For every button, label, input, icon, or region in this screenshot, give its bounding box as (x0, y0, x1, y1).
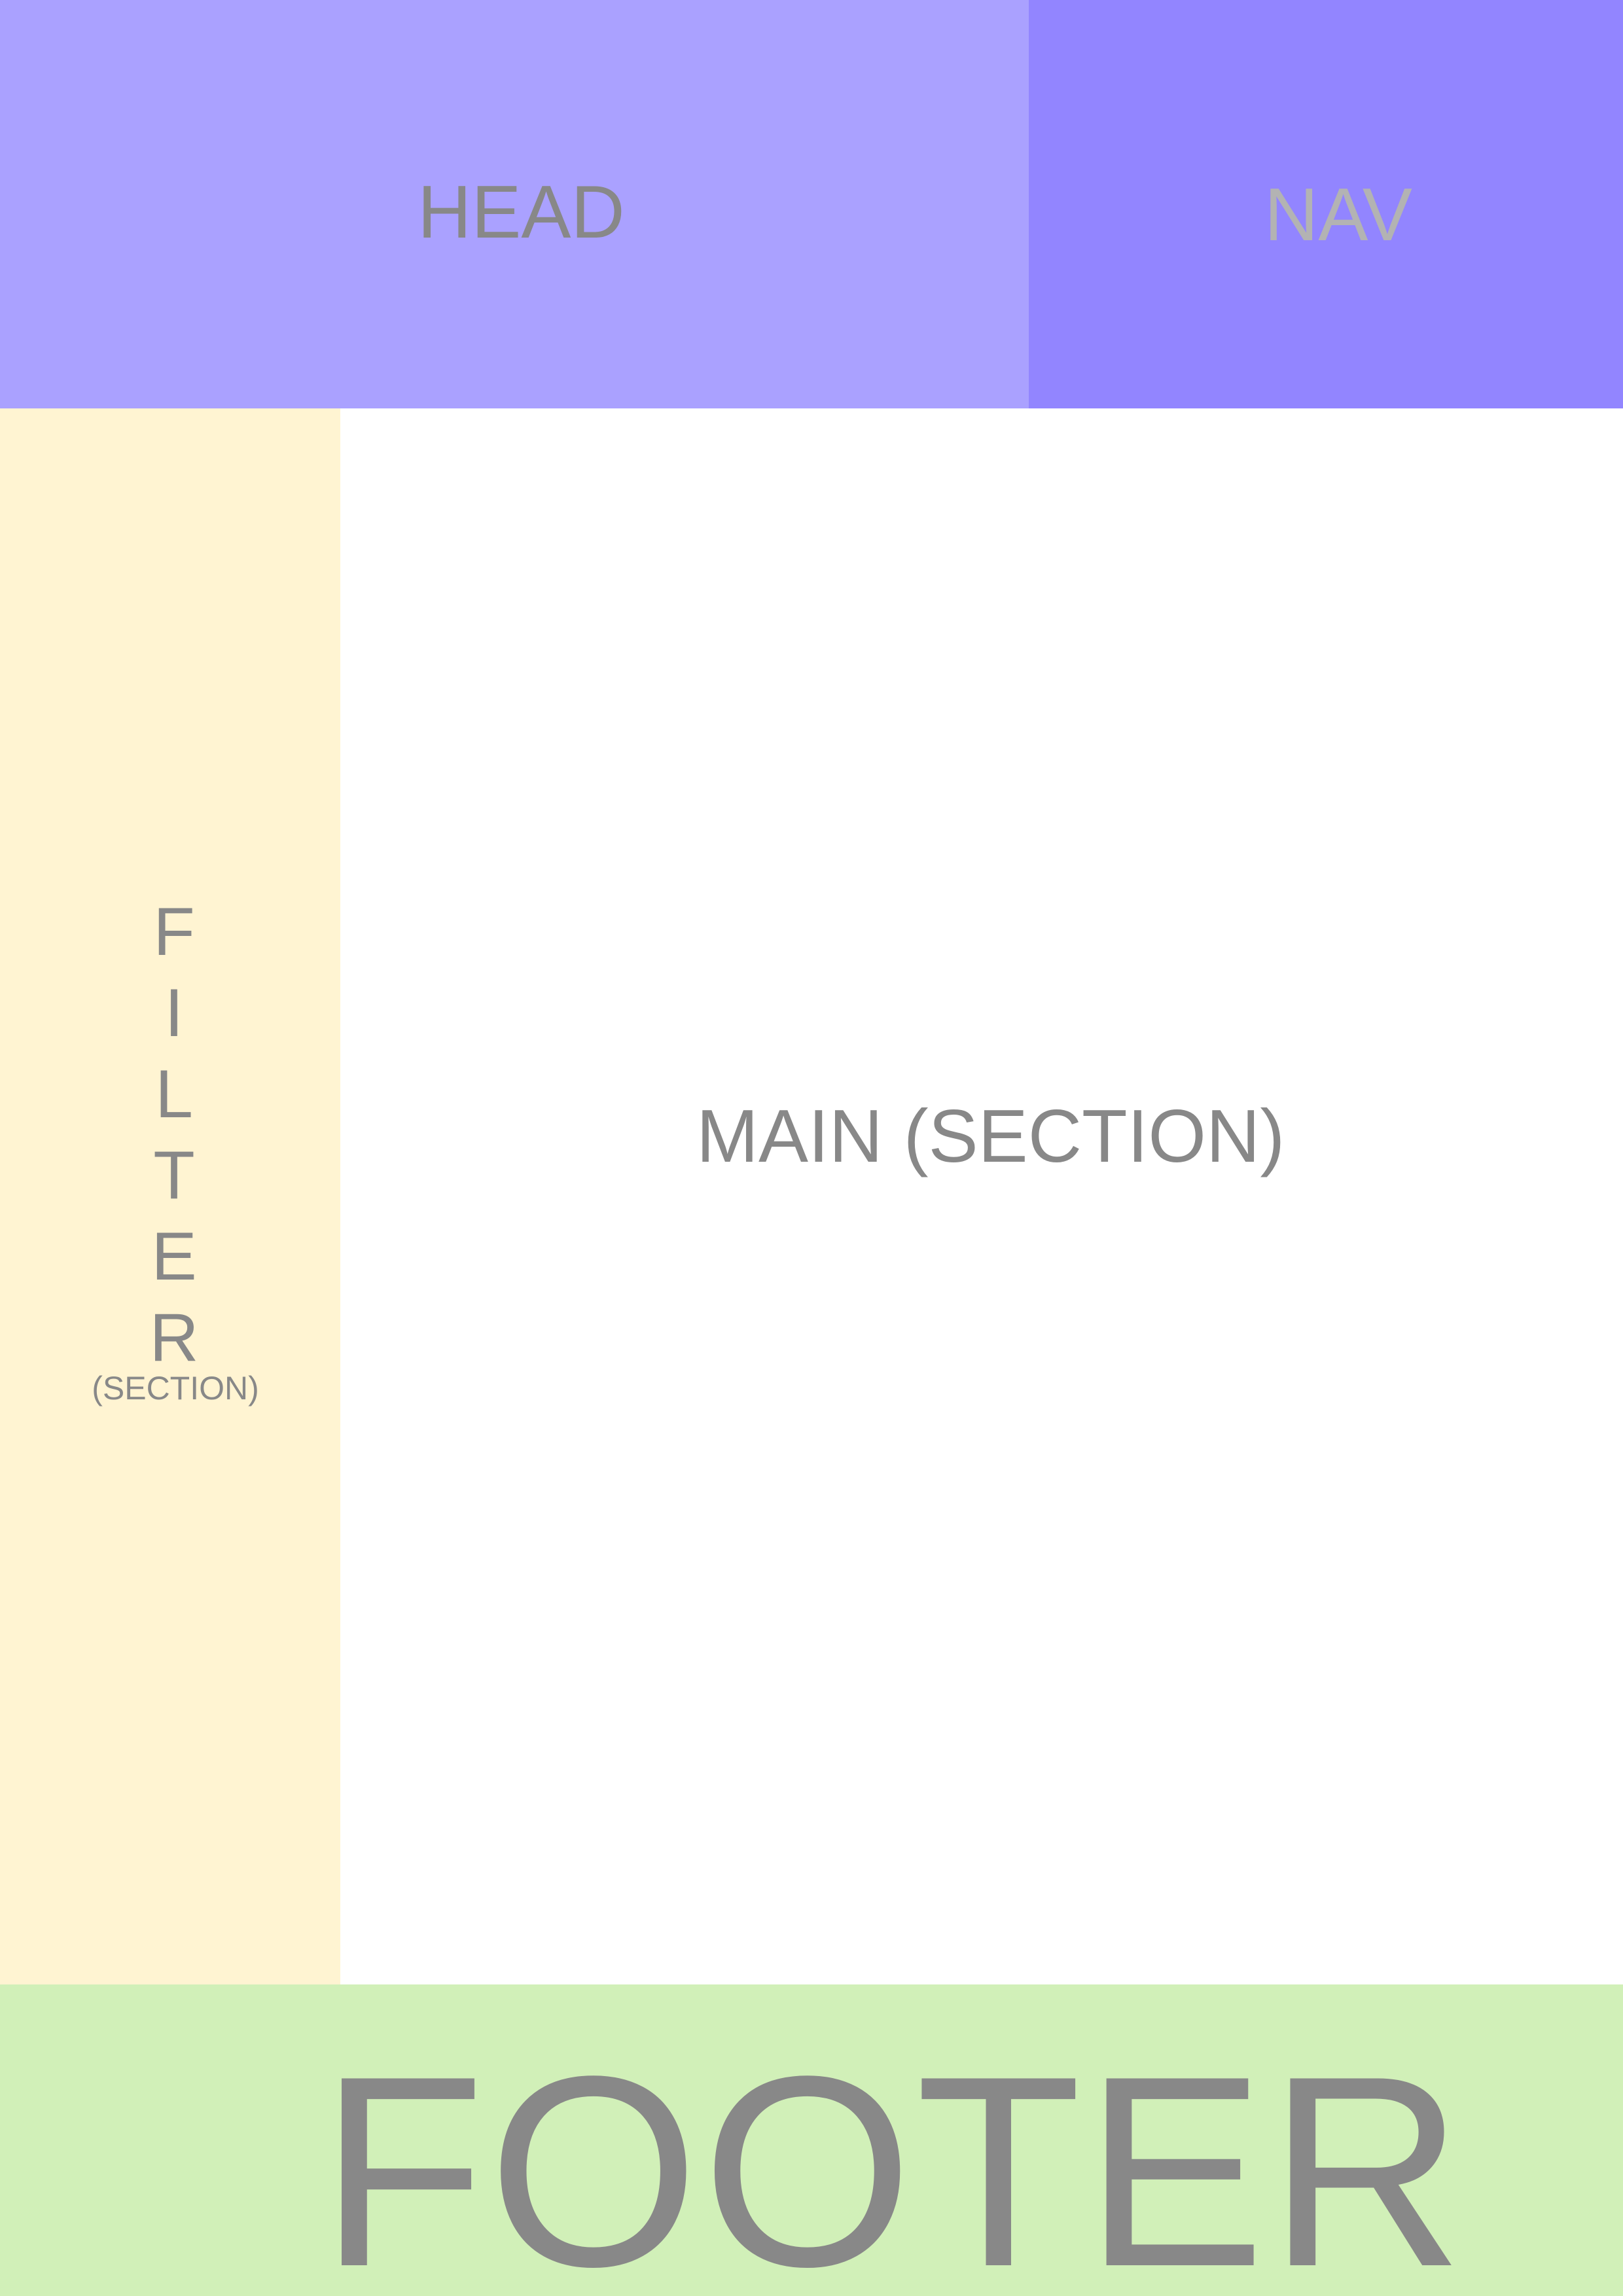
head-region: HEAD (0, 0, 1029, 408)
filter-sublabel: (SECTION) (92, 1370, 259, 1407)
main-label: MAIN (SECTION) (696, 1095, 1285, 1178)
nav-label: NAV (1264, 173, 1412, 257)
filter-letter: I (164, 975, 184, 1051)
filter-letter: F (153, 894, 195, 970)
filter-letter: T (153, 1138, 195, 1213)
main-region (340, 408, 1623, 1984)
filter-letter: R (149, 1300, 199, 1376)
page-layout-diagram: HEAD NAV F I L T E R (SECTION) MAIN (SEC… (0, 0, 1623, 2296)
head-label: HEAD (418, 171, 625, 254)
filter-letter: E (151, 1219, 197, 1295)
footer-label: FOOTER (319, 2019, 1467, 2296)
filter-letter: L (155, 1056, 193, 1132)
filter-label: F I L T E R (0, 891, 348, 1378)
